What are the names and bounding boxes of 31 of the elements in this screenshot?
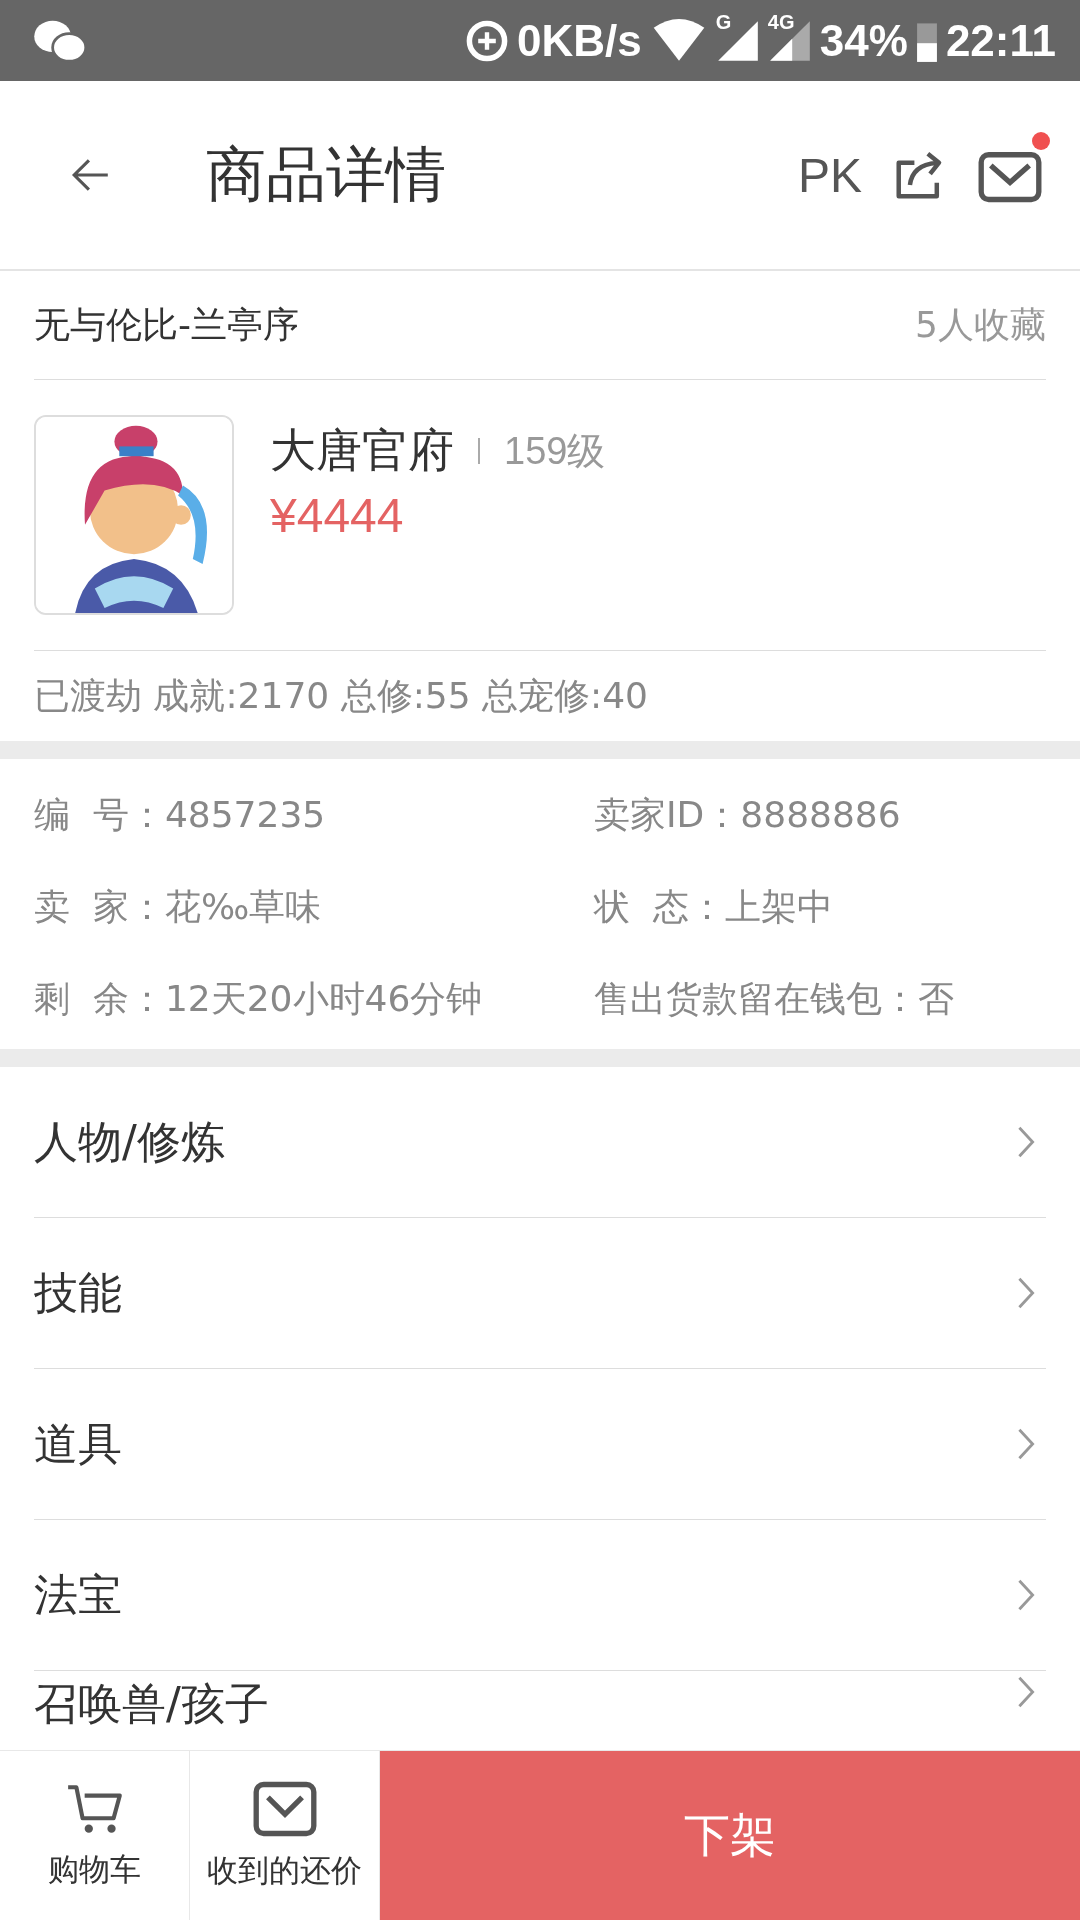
character-level: 159级 [504, 428, 606, 474]
pk-button[interactable]: PK [797, 147, 862, 203]
info-field: 剩 余：12天20小时46分钟 [34, 971, 594, 1027]
menu-item[interactable]: 人物/修炼 [34, 1067, 1046, 1218]
chevron-icon [1016, 1276, 1036, 1310]
page-title: 商品详情 [206, 137, 446, 211]
menu-item[interactable]: 召唤兽/孩子 [34, 1671, 1046, 1743]
item-name: 无与伦比-兰亭序 [34, 302, 299, 347]
clock: 22:11 [945, 15, 1056, 66]
envelope-icon [252, 1779, 317, 1838]
chevron-icon [1016, 1427, 1036, 1461]
menu-item[interactable]: 技能 [34, 1218, 1046, 1369]
price: ¥4444 [270, 488, 405, 543]
info-field: 卖家ID：8888886 [594, 787, 1080, 843]
character-stats: 已渡劫 成就:2170 总修:55 总宠修:40 [34, 673, 649, 718]
info-field: 卖 家：花‰草味 [34, 879, 594, 935]
chevron-icon [1016, 1578, 1036, 1612]
network-type: 4G [767, 10, 795, 34]
data-saver-icon [465, 18, 510, 63]
info-field: 售出货款留在钱包：否 [594, 971, 1080, 1027]
menu-item[interactable]: 道具 [34, 1369, 1046, 1520]
chevron-icon [1016, 1125, 1036, 1159]
favorite-count: 5人收藏 [915, 302, 1046, 347]
chevron-icon [1016, 1675, 1036, 1709]
network-speed: 0KB/s [517, 15, 642, 66]
info-field: 编 号：4857235 [34, 787, 594, 843]
battery-percent: 34% [819, 15, 908, 66]
character-school: 大唐官府 [270, 422, 454, 479]
network-type: G [715, 10, 732, 34]
menu-item[interactable]: 法宝 [34, 1520, 1046, 1671]
info-field: 状 态：上架中 [594, 879, 1080, 935]
